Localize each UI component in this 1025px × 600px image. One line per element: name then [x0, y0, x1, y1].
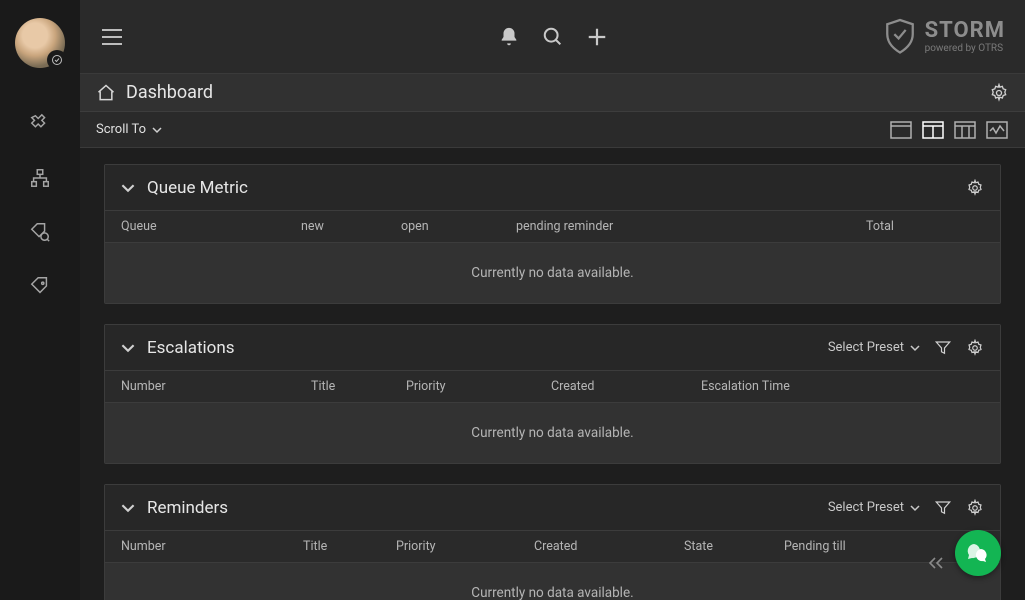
gear-icon[interactable] — [966, 179, 984, 197]
layout-3col-button[interactable] — [953, 119, 977, 141]
chat-icon — [966, 541, 990, 565]
gear-icon[interactable] — [966, 339, 984, 357]
settings-icon[interactable] — [989, 83, 1009, 103]
col: Total — [866, 219, 984, 234]
search-icon[interactable] — [542, 26, 564, 48]
panel-queue-metric: Queue Metric Queue new open pending remi… — [104, 164, 1001, 304]
layout-activity-button[interactable] — [985, 119, 1009, 141]
preset-label: Select Preset — [828, 500, 904, 515]
col: new — [301, 219, 401, 234]
col: Title — [303, 539, 396, 554]
col: Number — [121, 539, 303, 554]
col: Created — [551, 379, 701, 394]
panel-escalations: Escalations Select Preset Number Ti — [104, 324, 1001, 464]
layout-1col-button[interactable] — [889, 119, 913, 141]
layout-2col-button[interactable] — [921, 119, 945, 141]
col: Title — [311, 379, 406, 394]
preset-select[interactable]: Select Preset — [828, 500, 920, 515]
column-headers: Queue new open pending reminder Total — [105, 211, 1000, 243]
gear-icon[interactable] — [966, 499, 984, 517]
main-area: STORM powered by OTRS Dashboard Scroll T… — [80, 0, 1025, 600]
col: open — [401, 219, 516, 234]
preset-select[interactable]: Select Preset — [828, 340, 920, 355]
col: Number — [121, 379, 311, 394]
brand-sub: powered by OTRS — [925, 44, 1005, 54]
page-title: Dashboard — [126, 82, 213, 103]
brand-logo: STORM powered by OTRS — [883, 17, 1005, 57]
scroll-to-dropdown[interactable]: Scroll To — [96, 122, 162, 137]
home-icon[interactable] — [96, 83, 116, 103]
panel-reminders: Reminders Select Preset Number Titl — [104, 484, 1001, 600]
col: Created — [534, 539, 684, 554]
sidebar-item-org[interactable] — [20, 158, 60, 198]
panel-title: Reminders — [147, 498, 228, 518]
chevron-down-icon — [910, 343, 920, 353]
col: Pending till — [784, 539, 984, 554]
toolbar: Scroll To — [80, 112, 1025, 148]
topbar: STORM powered by OTRS — [80, 0, 1025, 74]
scroll-to-label: Scroll To — [96, 122, 146, 137]
chat-fab[interactable] — [955, 530, 1001, 576]
empty-message: Currently no data available. — [105, 563, 1000, 600]
avatar[interactable] — [15, 18, 65, 68]
plus-icon[interactable] — [586, 26, 608, 48]
collapse-icon[interactable] — [121, 181, 135, 195]
bell-icon[interactable] — [498, 26, 520, 48]
collapse-icon[interactable] — [121, 341, 135, 355]
left-sidebar — [0, 0, 80, 600]
empty-message: Currently no data available. — [105, 403, 1000, 463]
filter-icon[interactable] — [934, 499, 952, 517]
pager-prev-icon[interactable] — [927, 556, 945, 570]
col: State — [684, 539, 784, 554]
collapse-icon[interactable] — [121, 501, 135, 515]
column-headers: Number Title Priority Created State Pend… — [105, 531, 1000, 563]
panel-title: Queue Metric — [147, 178, 248, 198]
filter-icon[interactable] — [934, 339, 952, 357]
sidebar-item-search-tag[interactable] — [20, 212, 60, 252]
shield-icon — [883, 17, 917, 57]
col: Queue — [121, 219, 301, 234]
breadcrumb: Dashboard — [80, 74, 1025, 112]
preset-label: Select Preset — [828, 340, 904, 355]
chevron-down-icon — [910, 503, 920, 513]
pager — [927, 556, 945, 570]
col: Priority — [406, 379, 551, 394]
empty-message: Currently no data available. — [105, 243, 1000, 303]
avatar-status-icon — [47, 50, 67, 70]
brand-name: STORM — [925, 20, 1005, 42]
col: Escalation Time — [701, 379, 984, 394]
chevron-down-icon — [152, 125, 162, 135]
panel-title: Escalations — [147, 338, 235, 358]
sidebar-item-tag[interactable] — [20, 266, 60, 306]
content: Queue Metric Queue new open pending remi… — [80, 148, 1025, 600]
hamburger-icon[interactable] — [100, 27, 124, 47]
sidebar-item-favorite[interactable] — [20, 104, 60, 144]
col: Priority — [396, 539, 534, 554]
column-headers: Number Title Priority Created Escalation… — [105, 371, 1000, 403]
col: pending reminder — [516, 219, 866, 234]
